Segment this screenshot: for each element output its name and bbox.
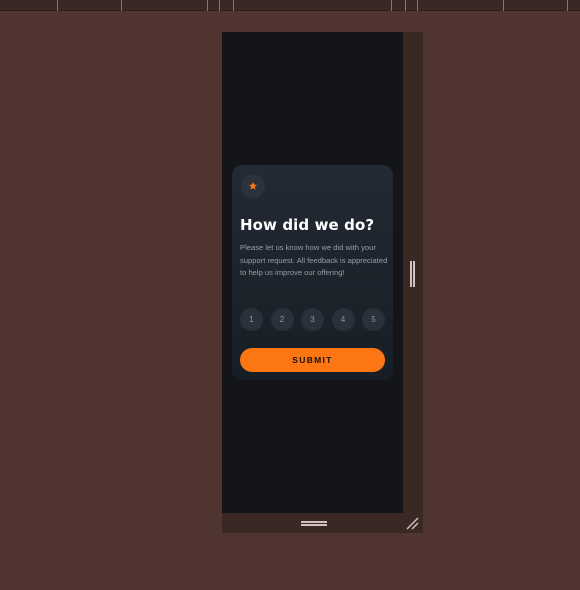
ruler-tick xyxy=(567,0,568,11)
vertical-resize-handle[interactable] xyxy=(410,261,415,287)
card-description: Please let us know how we did with your … xyxy=(240,243,388,278)
ruler-tick xyxy=(121,0,122,11)
submit-button[interactable]: SUBMIT xyxy=(240,348,385,372)
rating-button-4[interactable]: 4 xyxy=(331,308,355,331)
responsive-device-frame: How did we do? Please let us know how we… xyxy=(222,32,423,533)
card-title: How did we do? xyxy=(240,216,375,234)
rating-button-2[interactable]: 2 xyxy=(270,308,294,331)
rating-options: 1 2 3 4 5 xyxy=(240,308,385,331)
corner-resize-icon[interactable] xyxy=(406,517,419,530)
ruler-tick xyxy=(57,0,58,11)
star-icon xyxy=(249,182,257,190)
ruler-tick xyxy=(405,0,406,11)
rating-button-5[interactable]: 5 xyxy=(362,308,385,331)
rating-button-1[interactable]: 1 xyxy=(240,308,263,331)
horizontal-resize-handle[interactable] xyxy=(301,521,327,526)
ruler-tick xyxy=(391,0,392,11)
ruler-tick xyxy=(219,0,220,11)
top-ruler xyxy=(0,0,580,11)
rating-card: How did we do? Please let us know how we… xyxy=(232,165,393,380)
rating-button-3[interactable]: 3 xyxy=(301,308,324,331)
ruler-tick xyxy=(207,0,208,11)
star-icon-container xyxy=(241,174,265,198)
device-viewport: How did we do? Please let us know how we… xyxy=(222,32,403,513)
ruler-tick xyxy=(417,0,418,11)
ruler-tick xyxy=(233,0,234,11)
ruler-tick xyxy=(503,0,504,11)
